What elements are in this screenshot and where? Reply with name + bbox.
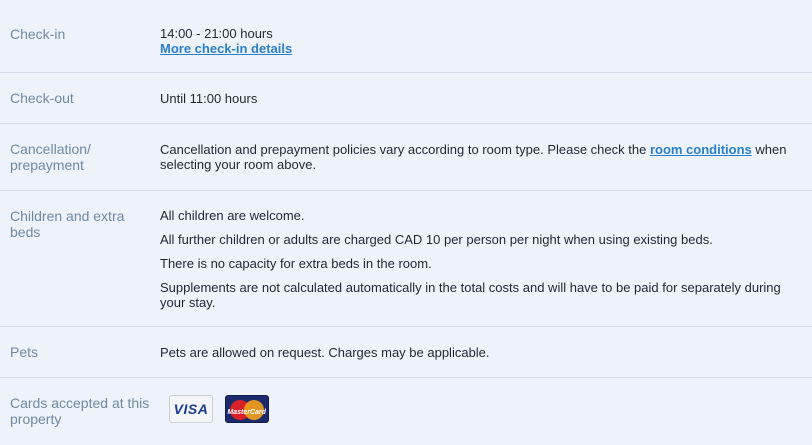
pets-label: Pets	[10, 344, 39, 360]
cards-row: Cards accepted at this property VISA Mas…	[0, 378, 812, 445]
house-rules-table: Check-in 14:00 - 21:00 hours More check-…	[0, 0, 812, 445]
cards-content: VISA MasterCard	[160, 378, 812, 445]
children-label-line1: Children and extra	[10, 208, 125, 224]
children-policy-line: There is no capacity for extra beds in t…	[160, 256, 432, 271]
cancellation-label-line1: Cancellation/	[10, 141, 91, 157]
room-conditions-link[interactable]: room conditions	[650, 142, 752, 157]
children-label: Children and extra beds	[0, 191, 160, 326]
cancellation-content: Cancellation and prepayment policies var…	[160, 124, 812, 190]
children-content: All children are welcome. All further ch…	[160, 191, 812, 326]
checkout-row: Check-out Until 11:00 hours	[0, 73, 812, 124]
checkout-hours: Until 11:00 hours	[160, 91, 258, 106]
children-row: Children and extra beds All children are…	[0, 191, 812, 327]
pets-content: Pets are allowed on request. Charges may…	[160, 327, 812, 377]
cancellation-text-before: Cancellation and prepayment policies var…	[160, 142, 650, 157]
cards-label-line1: Cards accepted at this	[10, 395, 150, 411]
pets-row: Pets Pets are allowed on request. Charge…	[0, 327, 812, 378]
checkin-row: Check-in 14:00 - 21:00 hours More check-…	[0, 0, 812, 73]
more-checkin-details-link[interactable]: More check-in details	[160, 41, 292, 56]
checkin-content: 14:00 - 21:00 hours More check-in detail…	[160, 0, 812, 72]
children-policy-line: All further children or adults are charg…	[160, 232, 713, 247]
children-label-line2: beds	[10, 224, 41, 240]
cards-label: Cards accepted at this property	[0, 378, 160, 445]
cancellation-label: Cancellation/ prepayment	[0, 124, 160, 190]
cancellation-label-line2: prepayment	[10, 157, 84, 173]
checkin-hours: 14:00 - 21:00 hours	[160, 26, 273, 41]
pets-text: Pets are allowed on request. Charges may…	[160, 345, 490, 360]
children-policy-line: All children are welcome.	[160, 208, 305, 223]
mastercard-icon: MasterCard	[224, 395, 269, 423]
children-policy-line: Supplements are not calculated automatic…	[160, 280, 781, 310]
checkout-label: Check-out	[10, 90, 74, 106]
mastercard-logo-text: MasterCard	[227, 409, 266, 416]
cards-label-line2: property	[10, 411, 62, 427]
checkin-label: Check-in	[10, 26, 66, 42]
checkout-content: Until 11:00 hours	[160, 73, 812, 123]
cancellation-row: Cancellation/ prepayment Cancellation an…	[0, 124, 812, 191]
visa-card-icon: VISA	[169, 395, 213, 423]
